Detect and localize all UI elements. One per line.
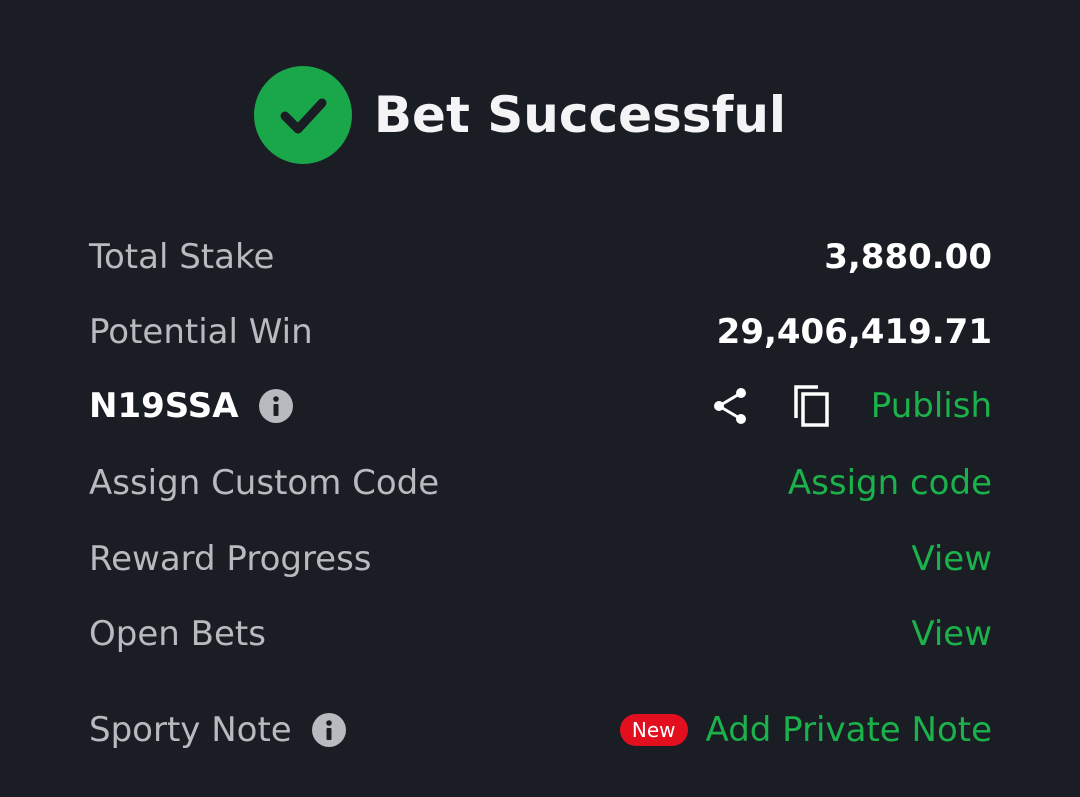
new-badge: New bbox=[619, 714, 688, 746]
sporty-note-group: Sporty Note bbox=[89, 710, 346, 750]
reward-progress-row: Reward Progress View bbox=[89, 529, 992, 589]
sporty-note-actions: New Add Private Note bbox=[619, 710, 992, 750]
assign-code-link[interactable]: Assign code bbox=[788, 463, 992, 503]
share-icon[interactable] bbox=[707, 382, 755, 430]
custom-code-row: Assign Custom Code Assign code bbox=[89, 453, 992, 513]
potential-win-row: Potential Win 29,406,419.71 bbox=[89, 302, 992, 362]
total-stake-label: Total Stake bbox=[89, 237, 275, 277]
copy-icon[interactable] bbox=[789, 382, 837, 430]
success-header: Bet Successful bbox=[0, 66, 1080, 164]
total-stake-row: Total Stake 3,880.00 bbox=[89, 227, 992, 287]
open-bets-row: Open Bets View bbox=[89, 604, 992, 664]
page-title: Bet Successful bbox=[373, 86, 787, 144]
booking-code-actions: Publish bbox=[707, 382, 992, 430]
open-bets-view-link[interactable]: View bbox=[911, 614, 992, 654]
custom-code-label: Assign Custom Code bbox=[89, 463, 440, 503]
publish-link[interactable]: Publish bbox=[871, 386, 992, 426]
info-icon[interactable] bbox=[258, 389, 293, 423]
booking-code-row: N19SSA Publish bbox=[89, 376, 992, 436]
info-icon[interactable] bbox=[311, 713, 346, 747]
total-stake-value: 3,880.00 bbox=[824, 237, 992, 277]
sporty-note-row: Sporty Note New Add Private Note bbox=[89, 700, 992, 760]
booking-code-group: N19SSA bbox=[89, 386, 293, 426]
potential-win-value: 29,406,419.71 bbox=[716, 312, 992, 352]
check-circle-icon bbox=[253, 66, 352, 164]
booking-code: N19SSA bbox=[89, 386, 239, 426]
sporty-note-label: Sporty Note bbox=[89, 710, 292, 750]
add-private-note-link[interactable]: Add Private Note bbox=[706, 710, 992, 750]
reward-progress-view-link[interactable]: View bbox=[911, 539, 992, 579]
open-bets-label: Open Bets bbox=[89, 614, 266, 654]
potential-win-label: Potential Win bbox=[89, 312, 313, 352]
reward-progress-label: Reward Progress bbox=[89, 539, 372, 579]
